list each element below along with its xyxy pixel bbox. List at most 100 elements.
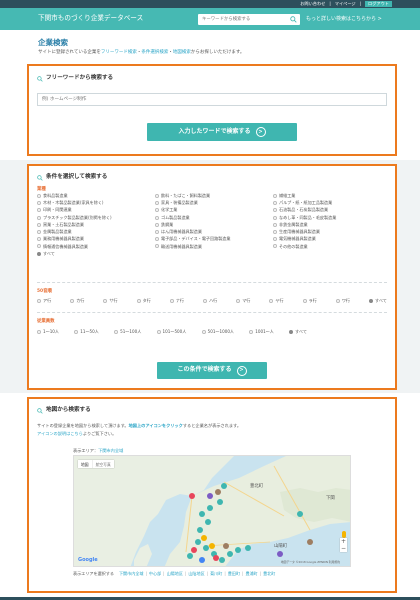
option-label: 窯業・土石製品製造業 bbox=[43, 221, 84, 227]
area-link[interactable]: 豊北町 bbox=[263, 571, 275, 577]
option-label: 業務用機械器具製造業 bbox=[43, 236, 84, 242]
kana-option[interactable]: カ行 bbox=[70, 298, 84, 304]
employees-option[interactable]: 101〜500人 bbox=[156, 329, 186, 335]
industry-option[interactable]: 非鉄金属製造業 bbox=[273, 222, 387, 228]
industry-option[interactable]: プラスチック製品製造業(別掲を除く) bbox=[37, 215, 155, 221]
separator: | bbox=[163, 571, 165, 576]
industry-option[interactable]: 輸送用機械器具製造業 bbox=[155, 244, 273, 250]
keyword-search-input[interactable] bbox=[198, 14, 284, 25]
site-header: 下関市ものづくり企業データベース もっと詳しい検索はこちらから > bbox=[0, 8, 420, 30]
kana-option[interactable]: ヤ行 bbox=[269, 298, 284, 304]
radio-icon bbox=[203, 298, 208, 303]
radio-icon bbox=[155, 208, 159, 213]
advanced-search-link[interactable]: もっと詳しい検索はこちらから > bbox=[306, 16, 382, 23]
condition-button-label: この条件で検索する bbox=[177, 366, 232, 374]
industry-option[interactable]: 家具・装備品製造業 bbox=[155, 200, 273, 206]
employees-option[interactable]: 1〜10人 bbox=[37, 329, 59, 335]
industry-option[interactable]: 化学工業 bbox=[155, 207, 273, 213]
zoom-out-button[interactable]: − bbox=[340, 545, 347, 552]
area-link[interactable]: 菊川町 bbox=[210, 571, 222, 577]
condition-anchor-link[interactable]: 条件選択検索 bbox=[141, 50, 168, 55]
separator: | bbox=[259, 571, 262, 576]
option-label: ハ行 bbox=[209, 298, 218, 303]
employees-option[interactable]: 1001〜人 bbox=[249, 329, 274, 335]
freeword-input[interactable] bbox=[37, 93, 387, 106]
logout-link[interactable]: ログアウト bbox=[365, 1, 392, 7]
kana-label: 50音順 bbox=[37, 289, 52, 294]
kana-option[interactable]: ワ行 bbox=[335, 298, 350, 304]
industry-option[interactable]: 食料品製造業 bbox=[37, 193, 155, 199]
top-utility-bar: お問い合わせ | マイページ | ログアウト bbox=[0, 0, 420, 8]
mypage-link[interactable]: マイページ bbox=[335, 1, 356, 7]
area-link[interactable]: 下関市内全域 bbox=[119, 571, 144, 577]
separator: | bbox=[206, 571, 209, 576]
tab-satellite[interactable]: 航空写真 bbox=[91, 460, 114, 469]
industry-option[interactable]: 石油製品・石炭製品製造業 bbox=[273, 207, 387, 213]
kana-option[interactable]: マ行 bbox=[236, 298, 250, 304]
tab-map[interactable]: 地図 bbox=[78, 460, 92, 468]
industry-option[interactable]: 鉄鋼業 bbox=[155, 222, 273, 228]
industry-option[interactable]: 金属製品製造業 bbox=[37, 229, 155, 235]
employees-option[interactable]: 501〜1000人 bbox=[201, 329, 234, 335]
area-link[interactable]: 豊田町 bbox=[228, 571, 240, 577]
street-view-pegman-icon[interactable] bbox=[342, 531, 346, 538]
industry-option[interactable]: 印刷・同関連業 bbox=[37, 207, 155, 213]
option-label: プラスチック製品製造業(別掲を除く) bbox=[43, 214, 112, 220]
industry-option[interactable]: 窯業・土石製品製造業 bbox=[37, 222, 155, 228]
option-label: 電子部品・デバイス・電子回路製造業 bbox=[161, 236, 231, 242]
map-canvas[interactable] bbox=[74, 456, 351, 567]
radio-icon bbox=[37, 298, 41, 303]
site-title[interactable]: 下関市ものづくり企業データベース bbox=[38, 14, 143, 23]
employees-option-all[interactable]: すべて bbox=[289, 329, 307, 335]
kana-option[interactable]: サ行 bbox=[103, 298, 118, 304]
map-view[interactable]: 地図 航空写真 豊北町 山陽町 下関 + − Google 地図データ ©201… bbox=[73, 455, 351, 567]
employees-option[interactable]: 11〜50人 bbox=[74, 329, 99, 335]
kana-option[interactable]: ナ行 bbox=[169, 298, 184, 304]
separator: | bbox=[242, 571, 244, 576]
area-link[interactable]: 豊浦町 bbox=[245, 571, 257, 577]
map-attribution[interactable]: 地図データ ©2018 Google ZENRIN 利用規約 bbox=[281, 560, 340, 565]
radio-selected-icon bbox=[37, 251, 41, 256]
area-link[interactable]: 山陰地区 bbox=[188, 571, 204, 577]
industry-option[interactable]: ゴム製品製造業 bbox=[155, 215, 273, 221]
search-icon bbox=[37, 408, 43, 414]
area-link[interactable]: 中心部 bbox=[149, 571, 161, 577]
area-link[interactable]: 山陽地区 bbox=[167, 571, 183, 577]
map-description-2: アイコンの説明はこちらよりご覧下さい。 bbox=[37, 431, 116, 437]
freeword-search-button[interactable]: 入力したワードで検索する > bbox=[147, 123, 297, 141]
industry-option[interactable]: 飲料・たばこ・飼料製造業 bbox=[155, 193, 273, 199]
industry-option-all[interactable]: すべて bbox=[37, 251, 155, 257]
kana-option[interactable]: ハ行 bbox=[203, 298, 217, 304]
map-title-text: 地図から検索する bbox=[46, 407, 91, 413]
industry-option[interactable]: はん用機械器具製造業 bbox=[155, 229, 273, 235]
contact-link[interactable]: お問い合わせ bbox=[300, 1, 325, 7]
option-label: なめし革・同製品・毛皮製造業 bbox=[279, 214, 337, 220]
industry-option[interactable]: 電気機械器具製造業 bbox=[273, 236, 387, 242]
kana-option[interactable]: タ行 bbox=[136, 298, 151, 304]
freeword-anchor-link[interactable]: フリーワード検索 bbox=[101, 50, 137, 55]
industry-option[interactable]: パルプ・紙・紙加工品製造業 bbox=[273, 200, 387, 206]
option-label: 1001〜人 bbox=[255, 329, 274, 334]
industry-option[interactable]: 電子部品・デバイス・電子回路製造業 bbox=[155, 236, 273, 242]
kana-option-all[interactable]: すべて bbox=[369, 298, 387, 304]
kana-options: ア行 カ行 サ行 タ行 ナ行 ハ行 マ行 ヤ行 ラ行 ワ行 すべて bbox=[37, 298, 387, 304]
industry-option[interactable]: 木材・木製品製造業(家具を除く) bbox=[37, 200, 155, 206]
industry-option[interactable]: その他の製造業 bbox=[273, 244, 387, 250]
kana-option[interactable]: ア行 bbox=[37, 298, 51, 304]
map-anchor-link[interactable]: 地図検索 bbox=[173, 50, 191, 55]
option-label: 51〜100人 bbox=[120, 329, 142, 334]
industry-option[interactable]: 業務用機械器具製造業 bbox=[37, 236, 155, 242]
employees-option[interactable]: 51〜100人 bbox=[114, 329, 141, 335]
icon-help-link[interactable]: アイコンの説明はこちら bbox=[37, 431, 83, 436]
industry-option[interactable]: なめし革・同製品・毛皮製造業 bbox=[273, 215, 387, 221]
industry-option[interactable]: 繊維工業 bbox=[273, 193, 387, 199]
header-search bbox=[198, 14, 300, 25]
employees-label: 従業員数 bbox=[37, 319, 55, 324]
kana-option[interactable]: ラ行 bbox=[302, 298, 317, 304]
condition-search-button[interactable]: この条件で検索する > bbox=[157, 362, 267, 379]
industry-option[interactable]: 生産用機械器具製造業 bbox=[273, 229, 387, 235]
radio-icon bbox=[103, 298, 108, 303]
search-icon[interactable] bbox=[290, 16, 297, 23]
industry-option[interactable]: 情報通信機械器具製造業 bbox=[37, 244, 155, 250]
zoom-in-button[interactable]: + bbox=[340, 538, 347, 545]
